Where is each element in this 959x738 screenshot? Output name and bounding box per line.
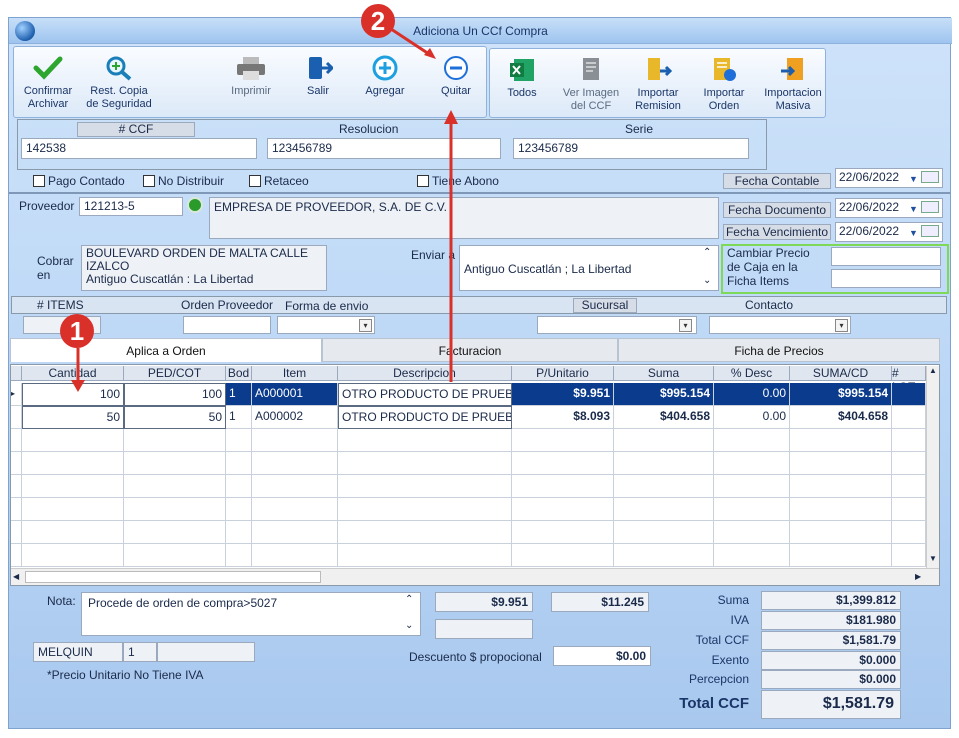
annotation-arrows	[71, 27, 458, 392]
annotation-badge-1: 1	[60, 314, 94, 348]
annotation-badge-2: 2	[361, 4, 395, 38]
